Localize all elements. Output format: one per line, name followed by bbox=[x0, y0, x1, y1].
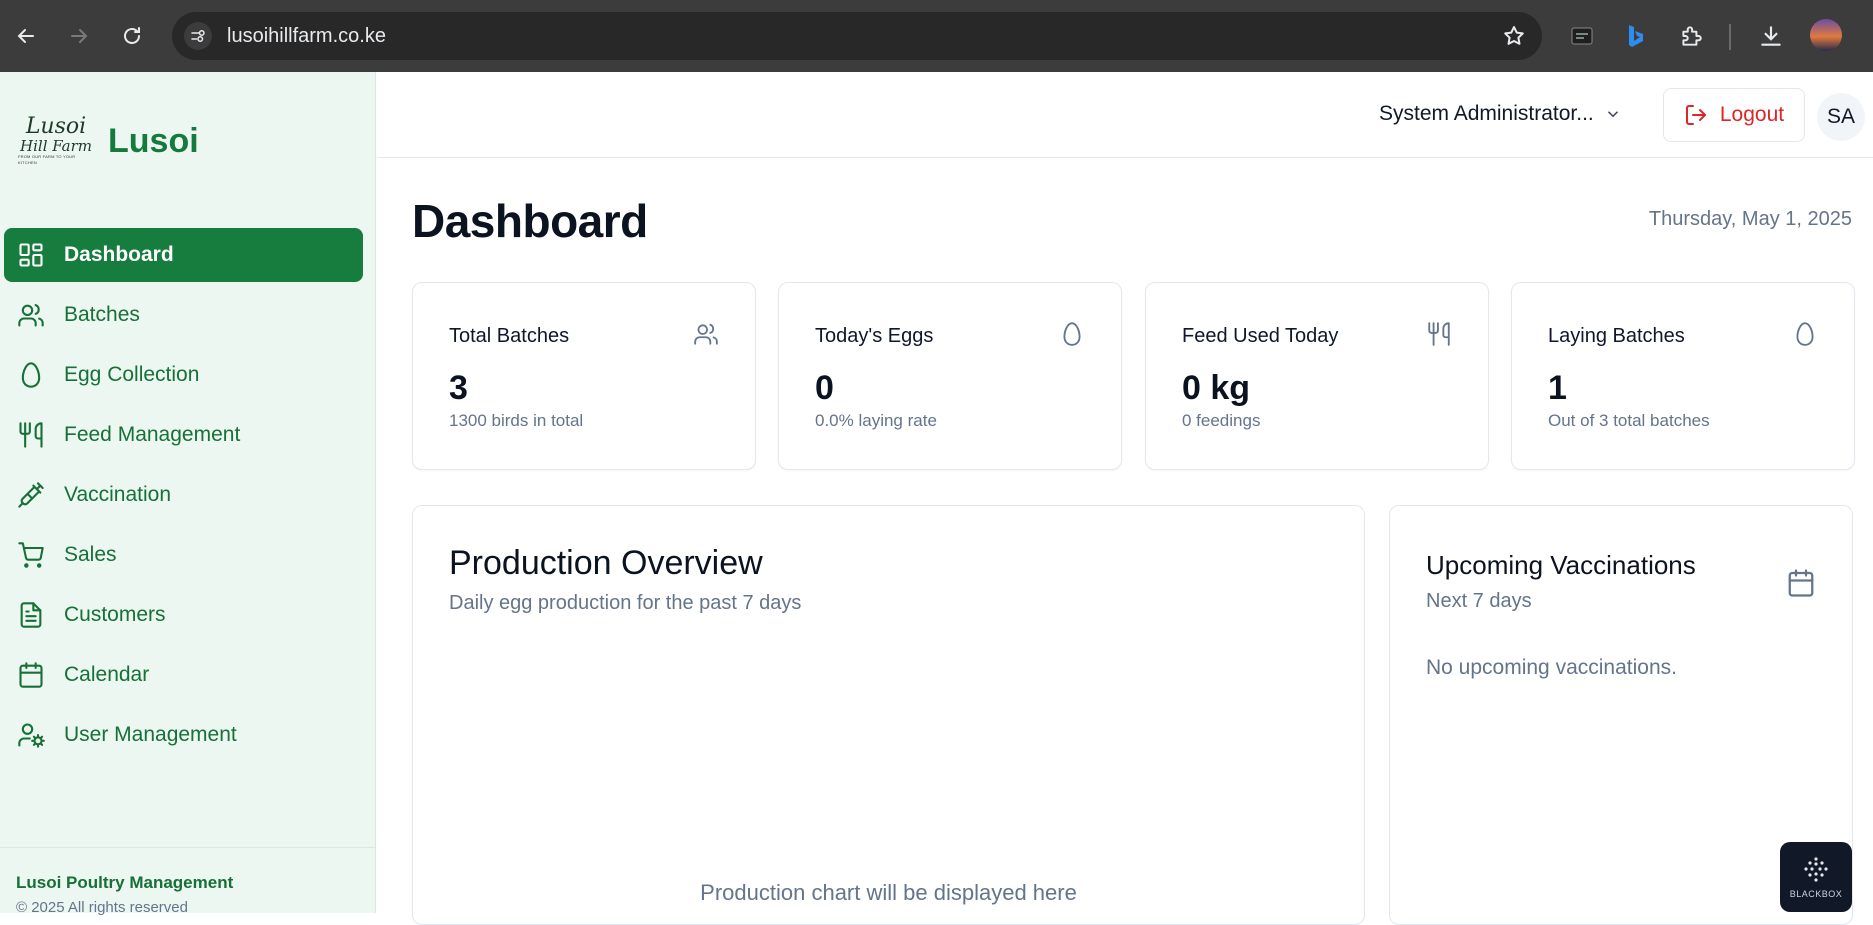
sidebar-item-label: Feed Management bbox=[64, 423, 241, 446]
vaccinations-title: Upcoming Vaccinations bbox=[1426, 550, 1696, 580]
toolbar-divider bbox=[1729, 24, 1731, 50]
stat-card-total-batches: Total Batches 3 1300 birds in total bbox=[412, 282, 756, 470]
cart-icon bbox=[16, 540, 46, 570]
chevron-down-icon bbox=[1607, 111, 1618, 118]
sidebar-item-label: Vaccination bbox=[64, 483, 172, 506]
address-bar[interactable]: lusoihillfarm.co.ke bbox=[172, 12, 1542, 60]
document-icon bbox=[16, 600, 46, 630]
sidebar-item-vaccination[interactable]: Vaccination bbox=[4, 468, 363, 522]
browser-profile-avatar[interactable] bbox=[1810, 19, 1842, 51]
stat-title: Total Batches bbox=[449, 325, 570, 347]
back-icon[interactable] bbox=[8, 18, 44, 54]
user-role-label: System Administrator... bbox=[1379, 102, 1594, 125]
blackbox-logo-icon bbox=[1804, 857, 1828, 882]
calendar-icon bbox=[1786, 568, 1816, 598]
sidebar-item-customers[interactable]: Customers bbox=[4, 588, 363, 642]
syringe-icon bbox=[16, 480, 46, 510]
brand[interactable]: Lusoi Hill Farm FROM OUR FARM TO YOUR KI… bbox=[18, 110, 199, 172]
extension-icon[interactable] bbox=[1568, 22, 1596, 50]
puzzle-extensions-icon[interactable] bbox=[1677, 22, 1705, 50]
page-title: Dashboard bbox=[412, 195, 648, 247]
sidebar-item-label: Sales bbox=[64, 543, 117, 566]
blackbox-widget-button[interactable]: BLACKBOX bbox=[1780, 842, 1852, 912]
vaccinations-subtitle: Next 7 days bbox=[1426, 590, 1532, 612]
user-role-dropdown[interactable]: System Administrator... bbox=[1379, 102, 1622, 126]
page-date: Thursday, May 1, 2025 bbox=[1648, 208, 1852, 230]
egg-icon bbox=[1059, 321, 1087, 349]
dashboard-icon bbox=[16, 240, 46, 270]
stat-title: Feed Used Today bbox=[1182, 325, 1339, 347]
download-icon[interactable] bbox=[1757, 22, 1785, 50]
footer-title: Lusoi Poultry Management bbox=[16, 873, 234, 892]
production-title: Production Overview bbox=[449, 544, 763, 582]
sidebar-footer: Lusoi Poultry Management © 2025 All righ… bbox=[0, 847, 375, 916]
sidebar-item-sales[interactable]: Sales bbox=[4, 528, 363, 582]
production-overview-card: Production Overview Daily egg production… bbox=[412, 505, 1365, 925]
sidebar-item-label: Dashboard bbox=[64, 243, 174, 266]
logout-icon bbox=[1685, 105, 1706, 125]
user-cog-icon bbox=[16, 720, 46, 750]
egg-icon bbox=[16, 360, 46, 390]
stat-value: 0 kg bbox=[1182, 369, 1251, 407]
bing-icon[interactable] bbox=[1621, 22, 1649, 50]
logo-text-line1: Lusoi bbox=[25, 114, 87, 139]
stat-subtitle: 1300 birds in total bbox=[449, 411, 584, 430]
sidebar-item-batches[interactable]: Batches bbox=[4, 288, 363, 342]
farm-logo: Lusoi Hill Farm FROM OUR FARM TO YOUR KI… bbox=[18, 110, 94, 172]
site-info-icon[interactable] bbox=[184, 22, 212, 50]
stat-title: Laying Batches bbox=[1548, 325, 1685, 347]
logo-text-line2: Hill Farm bbox=[20, 137, 92, 155]
stat-card-laying-batches: Laying Batches 1 Out of 3 total batches bbox=[1511, 282, 1855, 470]
sidebar-item-label: Batches bbox=[64, 303, 140, 326]
production-subtitle: Daily egg production for the past 7 days bbox=[449, 592, 802, 614]
blackbox-label: BLACKBOX bbox=[1789, 889, 1843, 899]
logout-label: Logout bbox=[1719, 103, 1785, 126]
stat-subtitle: 0.0% laying rate bbox=[815, 411, 937, 430]
top-header: System Administrator... Logout SA bbox=[377, 72, 1873, 158]
stat-subtitle: Out of 3 total batches bbox=[1548, 411, 1710, 430]
sidebar-item-user-management[interactable]: User Management bbox=[4, 708, 363, 762]
egg-icon bbox=[1792, 321, 1820, 349]
logout-button[interactable]: Logout bbox=[1663, 88, 1805, 142]
sidebar-item-egg-collection[interactable]: Egg Collection bbox=[4, 348, 363, 402]
utensils-icon bbox=[16, 420, 46, 450]
stat-card-feed-used-today: Feed Used Today 0 kg 0 feedings bbox=[1145, 282, 1489, 470]
url-text[interactable]: lusoihillfarm.co.ke bbox=[227, 25, 386, 48]
sidebar-item-label: User Management bbox=[64, 723, 237, 746]
sidebar-item-feed-management[interactable]: Feed Management bbox=[4, 408, 363, 462]
production-chart-placeholder: Production chart will be displayed here bbox=[700, 880, 1077, 905]
stat-value: 1 bbox=[1548, 369, 1567, 407]
calendar-icon bbox=[16, 660, 46, 690]
users-icon bbox=[16, 300, 46, 330]
stat-subtitle: 0 feedings bbox=[1182, 411, 1261, 430]
utensils-icon bbox=[1426, 321, 1454, 349]
browser-toolbar: lusoihillfarm.co.ke bbox=[0, 0, 1873, 72]
forward-icon[interactable] bbox=[61, 18, 97, 54]
reload-icon[interactable] bbox=[114, 18, 150, 54]
sidebar: Lusoi Hill Farm FROM OUR FARM TO YOUR KI… bbox=[0, 72, 376, 916]
brand-name: Lusoi bbox=[108, 121, 199, 160]
sidebar-item-label: Egg Collection bbox=[64, 363, 200, 386]
sidebar-item-label: Calendar bbox=[64, 663, 150, 686]
avatar[interactable]: SA bbox=[1817, 93, 1865, 141]
stat-value: 0 bbox=[815, 369, 834, 407]
stat-card-todays-eggs: Today's Eggs 0 0.0% laying rate bbox=[778, 282, 1122, 470]
sidebar-item-dashboard[interactable]: Dashboard bbox=[4, 228, 363, 282]
sidebar-item-calendar[interactable]: Calendar bbox=[4, 648, 363, 702]
stat-title: Today's Eggs bbox=[815, 325, 934, 347]
bookmark-star-icon[interactable] bbox=[1502, 24, 1526, 48]
users-icon bbox=[693, 321, 721, 349]
logo-tagline: FROM OUR FARM TO YOUR KITCHEN bbox=[18, 154, 76, 165]
stat-value: 3 bbox=[449, 369, 468, 407]
vaccinations-empty-message: No upcoming vaccinations. bbox=[1426, 656, 1677, 679]
sidebar-item-label: Customers bbox=[64, 603, 166, 626]
footer-copyright: © 2025 All rights reserved bbox=[16, 899, 188, 916]
sidebar-nav: Dashboard Batches Egg Collection Feed Ma… bbox=[4, 228, 363, 768]
